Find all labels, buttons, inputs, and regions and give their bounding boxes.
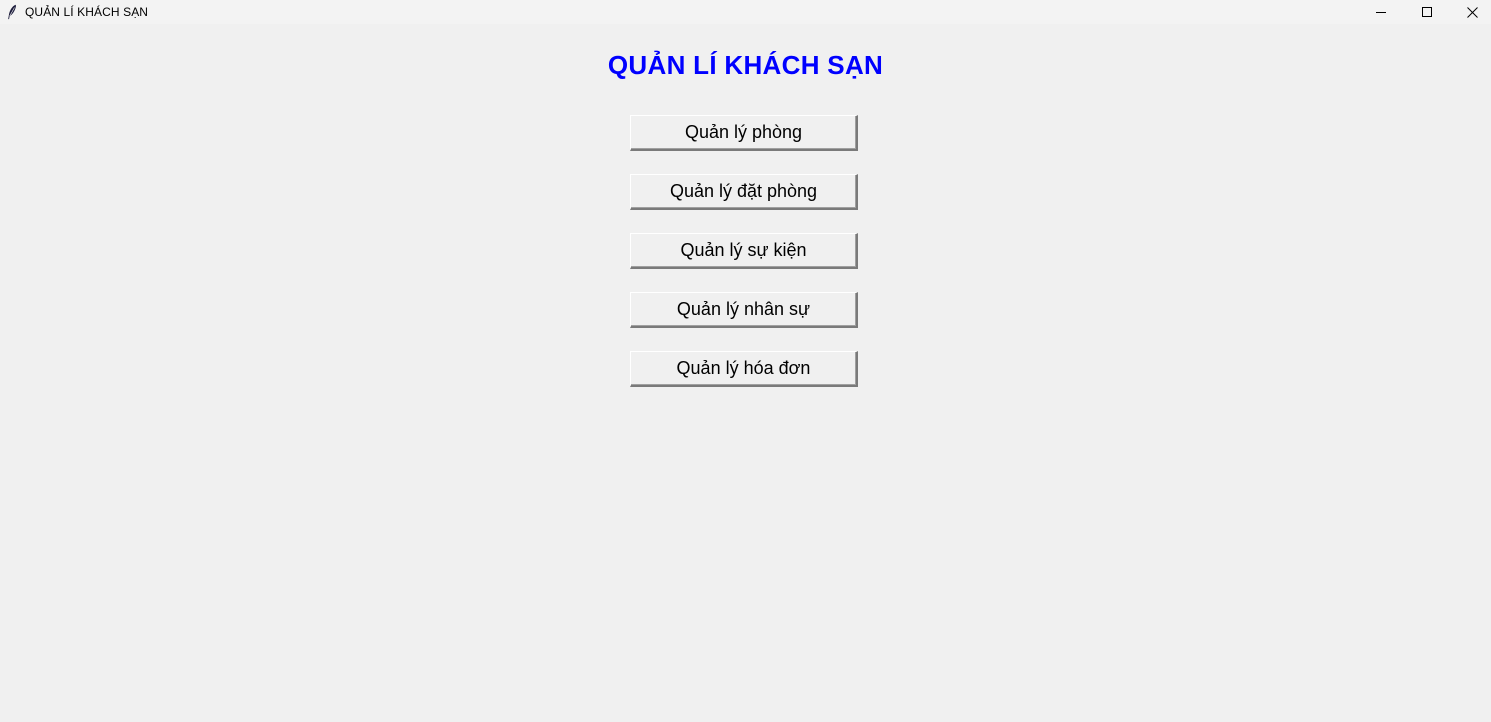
page-title: QUẢN LÍ KHÁCH SẠN [607, 50, 884, 80]
window-title: QUẢN LÍ KHÁCH SẠN [25, 5, 149, 19]
title-bar: QUẢN LÍ KHÁCH SẠN [0, 0, 1491, 24]
main-content: QUẢN LÍ KHÁCH SẠN Quản lý phòng Quản lý … [0, 24, 1491, 722]
close-icon [1466, 6, 1478, 18]
booking-management-button[interactable]: Quản lý đặt phòng [630, 174, 858, 210]
invoice-management-button[interactable]: Quản lý hóa đơn [630, 351, 858, 387]
minimize-button[interactable] [1358, 0, 1404, 24]
maximize-button[interactable] [1404, 0, 1450, 24]
close-button[interactable] [1449, 0, 1491, 24]
room-management-button[interactable]: Quản lý phòng [630, 115, 858, 151]
maximize-icon [1422, 7, 1432, 17]
event-management-button[interactable]: Quản lý sự kiện [630, 233, 858, 269]
staff-management-button[interactable]: Quản lý nhân sự [630, 292, 858, 328]
feather-icon [6, 4, 18, 20]
minimize-icon [1376, 7, 1386, 17]
